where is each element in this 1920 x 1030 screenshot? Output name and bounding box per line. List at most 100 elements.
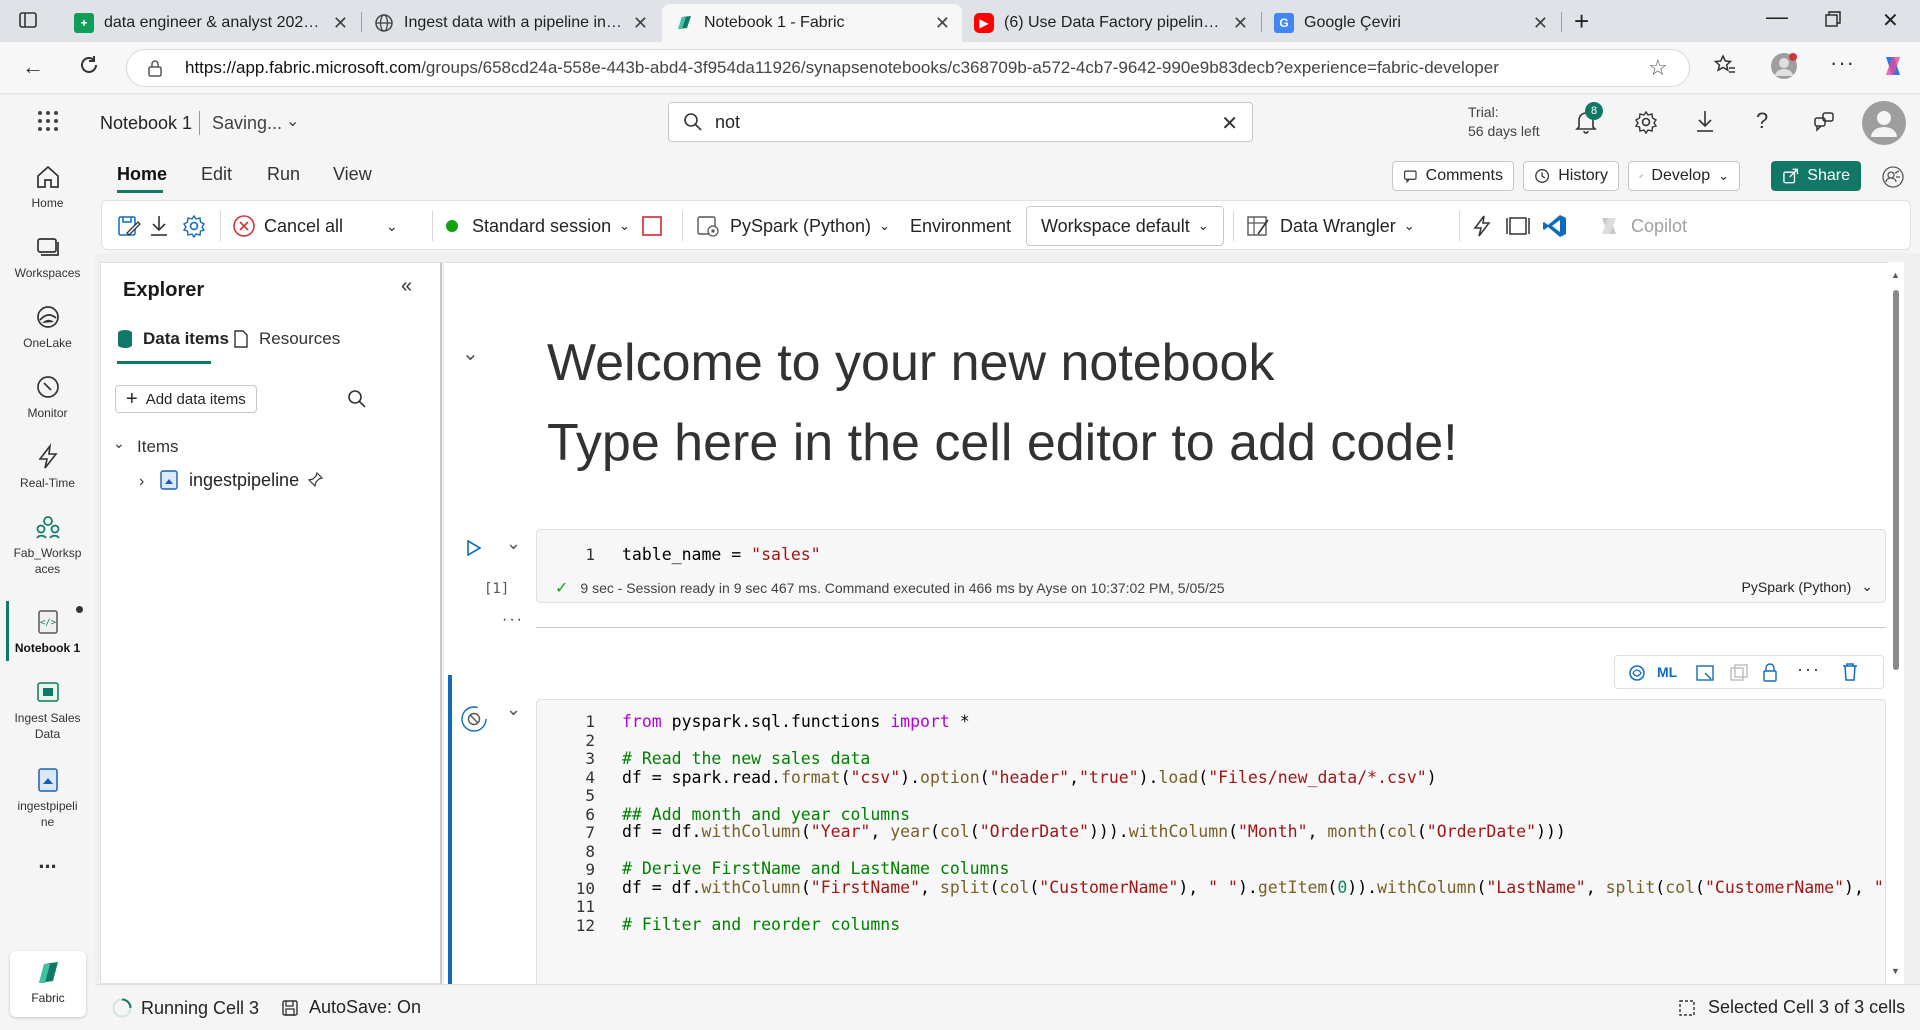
scroll-up-icon[interactable]: ▲ — [1891, 270, 1900, 280]
cancel-cell-icon[interactable] — [460, 705, 488, 738]
close-tab-icon[interactable]: ✕ — [333, 13, 348, 34]
pin-icon[interactable] — [307, 472, 324, 488]
search-input[interactable]: not ✕ — [668, 102, 1253, 142]
copy-cell-icon[interactable] — [1729, 663, 1749, 688]
code-cell-1[interactable]: 1 table_name = "sales" ✓ 9 sec - Session… — [536, 529, 1886, 603]
close-window-icon[interactable]: ✕ — [1882, 8, 1899, 33]
browser-tab[interactable]: ▶ (6) Use Data Factory pipelines in M ✕ — [962, 4, 1260, 42]
copilot-button[interactable]: Copilot — [1597, 201, 1687, 251]
favorites-icon[interactable] — [1713, 54, 1736, 82]
minimize-icon[interactable]: — — [1766, 4, 1788, 30]
trial-status[interactable]: Trial: 56 days left — [1468, 103, 1540, 141]
comments-button[interactable]: Comments — [1392, 161, 1514, 191]
collapse-explorer-icon[interactable]: « — [401, 275, 412, 298]
collaborators-icon[interactable] — [1881, 165, 1905, 194]
rail-item-notebook-1[interactable]: </> Notebook 1 — [0, 608, 95, 656]
copilot-cell-icon[interactable] — [1627, 663, 1647, 688]
back-icon[interactable]: ← — [22, 54, 44, 80]
save-status[interactable]: Saving... — [212, 113, 282, 134]
data-wrangler-button[interactable]: Data Wrangler ⌄ — [1246, 201, 1415, 251]
rail-more-button[interactable]: ... — [0, 850, 95, 872]
rail-item-fab-workspaces[interactable]: Fab_Worksp aces — [0, 513, 95, 577]
download-notebook-icon[interactable] — [148, 201, 170, 251]
settings-gear-icon[interactable] — [1634, 110, 1658, 139]
scrollbar-thumb[interactable] — [1893, 290, 1899, 670]
language-selector[interactable]: PySpark (Python) ⌄ — [696, 201, 890, 251]
cell-collapse-icon[interactable]: ⌄ — [506, 533, 521, 554]
cell-collapse-icon[interactable]: ⌄ — [506, 699, 521, 720]
collapse-markdown-icon[interactable]: ⌄ — [462, 341, 479, 366]
add-data-items-button[interactable]: + Add data items — [115, 385, 257, 413]
share-button[interactable]: Share — [1771, 161, 1861, 191]
clear-search-icon[interactable]: ✕ — [1221, 111, 1238, 136]
browser-tab[interactable]: + data engineer & analyst 2025 den ✕ — [62, 4, 360, 42]
browser-tab[interactable]: Ingest data with a pipeline in Micr ✕ — [362, 4, 660, 42]
cancel-all-button[interactable]: Cancel all — [232, 201, 343, 251]
restore-icon[interactable] — [1824, 10, 1842, 34]
rail-item-home[interactable]: Home — [0, 163, 95, 211]
autosave-status[interactable]: AutoSave: On — [281, 997, 421, 1018]
scroll-down-icon[interactable]: ▼ — [1891, 966, 1900, 976]
convert-markdown-button[interactable]: ML — [1657, 664, 1677, 680]
app-launcher-icon[interactable] — [36, 109, 60, 138]
rail-item-onelake[interactable]: OneLake — [0, 303, 95, 351]
close-tab-icon[interactable]: ✕ — [935, 13, 950, 34]
delete-cell-icon[interactable] — [1841, 662, 1859, 687]
chevron-down-icon[interactable]: ⌄ — [286, 111, 299, 131]
rail-item-workspaces[interactable]: Workspaces — [0, 233, 95, 281]
lock-cell-icon[interactable] — [1695, 663, 1715, 688]
lock-icon[interactable] — [147, 59, 163, 82]
develop-button[interactable]: Develop ⌄ — [1628, 161, 1740, 191]
stop-session-icon[interactable] — [641, 201, 663, 251]
favorite-star-icon[interactable]: ☆ — [1648, 55, 1668, 81]
ai-functions-icon[interactable] — [1470, 201, 1494, 251]
tab-run[interactable]: Run — [267, 164, 300, 185]
refresh-icon[interactable] — [78, 54, 100, 82]
cell-more-icon[interactable]: ··· — [502, 611, 524, 629]
notebook-scrollbar[interactable]: ▲ ▼ — [1888, 262, 1904, 984]
run-options-chevron-icon[interactable]: ⌄ — [386, 201, 398, 251]
environment-dropdown[interactable]: Workspace default ⌄ — [1026, 206, 1224, 246]
session-button[interactable]: Standard session ⌄ — [446, 201, 630, 251]
tab-view[interactable]: View — [333, 164, 372, 185]
rail-item-monitor[interactable]: Monitor — [0, 373, 95, 421]
url-field[interactable]: https://app.fabric.microsoft.com/groups/… — [126, 49, 1690, 87]
vscode-icon[interactable] — [1542, 201, 1568, 251]
running-status[interactable]: Running Cell 3 — [111, 997, 259, 1019]
items-chevron-down-icon[interactable]: ⌄ — [113, 435, 125, 452]
code-cell-3[interactable]: 1 2 3 4 5 6 7 8 9 10 11 12 from pyspark.sql.functio… — [536, 699, 1886, 984]
browser-menu-icon[interactable]: ··· — [1830, 50, 1855, 76]
run-cell-icon[interactable] — [466, 539, 482, 562]
freeze-cell-icon[interactable] — [1761, 662, 1779, 687]
expand-chevron-right-icon[interactable]: › — [139, 473, 144, 491]
item-ingestpipeline[interactable]: ingestpipeline — [159, 469, 324, 491]
save-notebook-icon[interactable] — [116, 201, 142, 251]
tab-resources[interactable]: Resources — [233, 329, 340, 349]
rail-item-ingestpipeline[interactable]: ingestpipeli ne — [0, 766, 95, 830]
profile-avatar-icon[interactable] — [1770, 52, 1798, 86]
tab-data-items[interactable]: Data items — [117, 329, 229, 349]
tab-home[interactable]: Home — [117, 164, 167, 185]
tab-actions-icon[interactable] — [18, 10, 38, 36]
close-tab-icon[interactable]: ✕ — [1533, 13, 1548, 34]
rail-item-ingest-sales-data[interactable]: Ingest Sales Data — [0, 678, 95, 742]
cell-more-options-icon[interactable]: ··· — [1797, 659, 1821, 680]
explorer-search-icon[interactable] — [347, 389, 367, 414]
cell-language-selector[interactable]: PySpark (Python) ⌄ — [1742, 578, 1873, 595]
copilot-browser-icon[interactable] — [1880, 53, 1906, 85]
new-tab-icon[interactable]: + — [1574, 6, 1589, 37]
notebook-settings-icon[interactable] — [182, 201, 206, 251]
browser-tab-active[interactable]: Notebook 1 - Fabric ✕ — [662, 4, 962, 42]
fabric-switcher-button[interactable]: Fabric — [10, 951, 86, 1017]
user-avatar[interactable] — [1862, 101, 1906, 145]
close-tab-icon[interactable]: ✕ — [1233, 13, 1248, 34]
browser-tab[interactable]: G Google Çeviri ✕ — [1262, 4, 1560, 42]
feedback-icon[interactable] — [1812, 110, 1836, 139]
full-screen-icon[interactable] — [1506, 201, 1530, 251]
help-icon[interactable]: ? — [1756, 108, 1768, 134]
markdown-cell[interactable]: Welcome to your new notebook Type here i… — [547, 323, 1458, 483]
download-icon[interactable] — [1694, 109, 1716, 138]
tab-edit[interactable]: Edit — [201, 164, 232, 185]
history-button[interactable]: History — [1523, 161, 1619, 191]
notebook-name[interactable]: Notebook 1 — [100, 113, 192, 134]
